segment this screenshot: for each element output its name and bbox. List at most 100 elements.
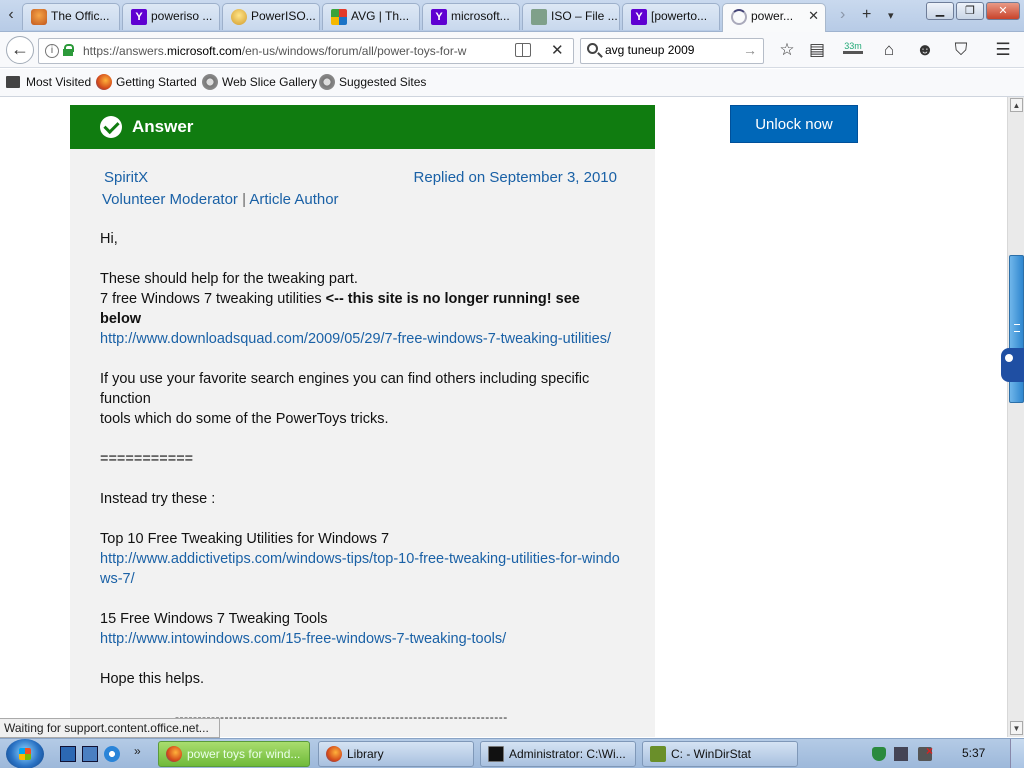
minimize-icon[interactable]: ▁ xyxy=(926,2,954,20)
task-label: Library xyxy=(347,747,384,761)
network-icon[interactable] xyxy=(894,747,908,761)
start-button[interactable] xyxy=(6,739,44,768)
task-windirstat[interactable]: C: - WinDirStat xyxy=(642,741,798,767)
tab-title: microsoft... xyxy=(451,9,510,23)
bookmark-suggested-sites[interactable]: Suggested Sites xyxy=(319,74,427,90)
search-icon xyxy=(587,43,598,54)
addictivetips-link[interactable]: http://www.addictivetips.com/windows-tip… xyxy=(100,551,620,587)
role-volunteer-moderator[interactable]: Volunteer Moderator xyxy=(102,191,238,208)
search-go-icon[interactable]: → xyxy=(743,42,757,58)
role-article-author[interactable]: Article Author xyxy=(249,191,338,208)
pocket-icon[interactable]: ⛉ xyxy=(950,40,972,62)
new-tab-icon[interactable]: + xyxy=(862,6,871,24)
bookmarks-toolbar: Most Visited Getting Started Web Slice G… xyxy=(0,69,1024,97)
tab-title: PowerISO... xyxy=(251,9,316,23)
task-library[interactable]: Library xyxy=(318,741,474,767)
address-bar[interactable]: i https://answers.microsoft.com/en-us/wi… xyxy=(38,38,574,64)
stop-loading-icon[interactable]: ✕ xyxy=(551,41,564,59)
show-desktop-quicklaunch-icon[interactable] xyxy=(60,746,76,762)
internet-explorer-icon[interactable] xyxy=(104,746,120,762)
tab-microsoft-search[interactable]: Y microsoft... xyxy=(422,3,520,30)
tab-scroll-left-icon[interactable]: ‹ xyxy=(2,4,20,28)
reply-date[interactable]: Replied on September 3, 2010 xyxy=(414,169,617,186)
firefox-icon xyxy=(96,74,112,90)
task-label: power toys for wind... xyxy=(187,747,301,761)
tab-strip: ‹ The Offic... Y poweriso ... PowerISO..… xyxy=(0,0,1024,33)
separator-text: =========== xyxy=(100,451,194,467)
windirstat-icon xyxy=(650,746,666,762)
tab-scroll-right-icon[interactable]: › xyxy=(840,6,845,24)
tab-title: [powerto... xyxy=(651,9,708,23)
back-button[interactable]: ← xyxy=(6,36,34,64)
restore-icon[interactable]: ❐ xyxy=(956,2,984,20)
intro-text: These should help for the tweaking part. xyxy=(100,271,358,287)
answer-label: Answer xyxy=(132,117,194,136)
tab-avg[interactable]: AVG | Th... xyxy=(322,3,420,30)
home-icon[interactable]: ⌂ xyxy=(878,40,900,62)
url-prefix: https://answers. xyxy=(83,44,168,58)
scroll-up-icon[interactable]: ▲ xyxy=(1010,98,1023,112)
tab-powertoys-search[interactable]: Y [powerto... xyxy=(622,3,720,30)
info-icon[interactable]: i xyxy=(45,44,59,58)
utility-text: 7 free Windows 7 tweaking utilities xyxy=(100,291,326,307)
reader-view-icon[interactable] xyxy=(515,43,531,57)
closing-text: Hope this helps. xyxy=(100,671,204,687)
intowindows-link[interactable]: http://www.intowindows.com/15-free-windo… xyxy=(100,631,506,647)
lock-icon[interactable] xyxy=(63,44,74,56)
tab-poweriso[interactable]: PowerISO... xyxy=(222,3,320,30)
overlay-mascot-icon[interactable] xyxy=(1001,348,1024,382)
smiley-feedback-icon[interactable]: ☻ xyxy=(914,40,936,62)
instead-text: Instead try these : xyxy=(100,491,216,507)
quicklaunch-more-icon[interactable]: » xyxy=(134,744,141,758)
close-tab-icon[interactable]: ✕ xyxy=(808,4,819,28)
downloadsquad-link[interactable]: http://www.downloadsquad.com/2009/05/29/… xyxy=(100,331,611,347)
security-shield-icon[interactable] xyxy=(872,747,886,761)
unlock-now-button[interactable]: Unlock now xyxy=(730,105,858,143)
dashed-divider: ----------------------------------------… xyxy=(175,710,508,724)
bookmark-label: Getting Started xyxy=(116,75,197,89)
page-content: Answer Unlock now SpiritX Replied on Sep… xyxy=(0,97,1007,737)
office-icon xyxy=(31,9,47,25)
tab-title: The Offic... xyxy=(51,9,110,23)
scroll-down-icon[interactable]: ▼ xyxy=(1010,721,1023,735)
bookmark-label: Suggested Sites xyxy=(339,75,427,89)
yahoo-icon: Y xyxy=(431,9,447,25)
tab-power-toys-active[interactable]: power... ✕ xyxy=(722,3,826,33)
tab-title: poweriso ... xyxy=(151,9,213,23)
tab-poweriso-search[interactable]: Y poweriso ... xyxy=(122,3,220,30)
bookmark-most-visited[interactable]: Most Visited xyxy=(6,75,91,89)
volume-muted-icon[interactable] xyxy=(918,744,933,761)
bookmark-star-icon[interactable]: ☆ xyxy=(776,40,798,62)
show-desktop-button[interactable] xyxy=(1010,739,1024,768)
role-separator: | xyxy=(242,191,246,208)
iso-icon xyxy=(531,9,547,25)
ie-icon xyxy=(319,74,335,90)
bookmark-getting-started[interactable]: Getting Started xyxy=(96,74,197,90)
author-name[interactable]: SpiritX xyxy=(104,169,148,186)
search-bar[interactable]: → xyxy=(580,38,764,64)
menu-icon[interactable]: ☰ xyxy=(992,40,1014,62)
bookmark-web-slice-gallery[interactable]: Web Slice Gallery xyxy=(202,74,318,90)
folder-icon xyxy=(6,76,20,88)
task-power-toys-firefox[interactable]: power toys for wind... xyxy=(158,741,310,767)
firefox-icon xyxy=(166,746,182,762)
greeting-text: Hi, xyxy=(100,231,118,247)
library-icon[interactable]: ▤ xyxy=(806,40,828,62)
ie-icon xyxy=(202,74,218,90)
url-path: /en-us/windows/forum/all/power-toys-for-… xyxy=(241,44,467,58)
list-tabs-icon[interactable]: ▾ xyxy=(888,9,894,22)
tab-office[interactable]: The Offic... xyxy=(22,3,120,30)
url-text[interactable]: https://answers.microsoft.com/en-us/wind… xyxy=(83,44,466,58)
downloads-icon[interactable]: 33m xyxy=(843,41,863,54)
switch-windows-icon[interactable] xyxy=(82,746,98,762)
bookmark-label: Web Slice Gallery xyxy=(222,75,318,89)
tab-title: power... xyxy=(751,9,794,23)
system-clock[interactable]: 5:37 xyxy=(962,746,985,760)
post-body: Hi, These should help for the tweaking p… xyxy=(100,229,620,689)
search-input[interactable] xyxy=(605,43,745,57)
item2-title: 15 Free Windows 7 Tweaking Tools xyxy=(100,611,328,627)
tab-iso-file[interactable]: ISO – File ... xyxy=(522,3,620,30)
task-administrator-cmd[interactable]: Administrator: C:\Wi... xyxy=(480,741,636,767)
vertical-scrollbar[interactable]: ▲ ▼ xyxy=(1007,97,1024,737)
window-close-icon[interactable]: ✕ xyxy=(986,2,1020,20)
